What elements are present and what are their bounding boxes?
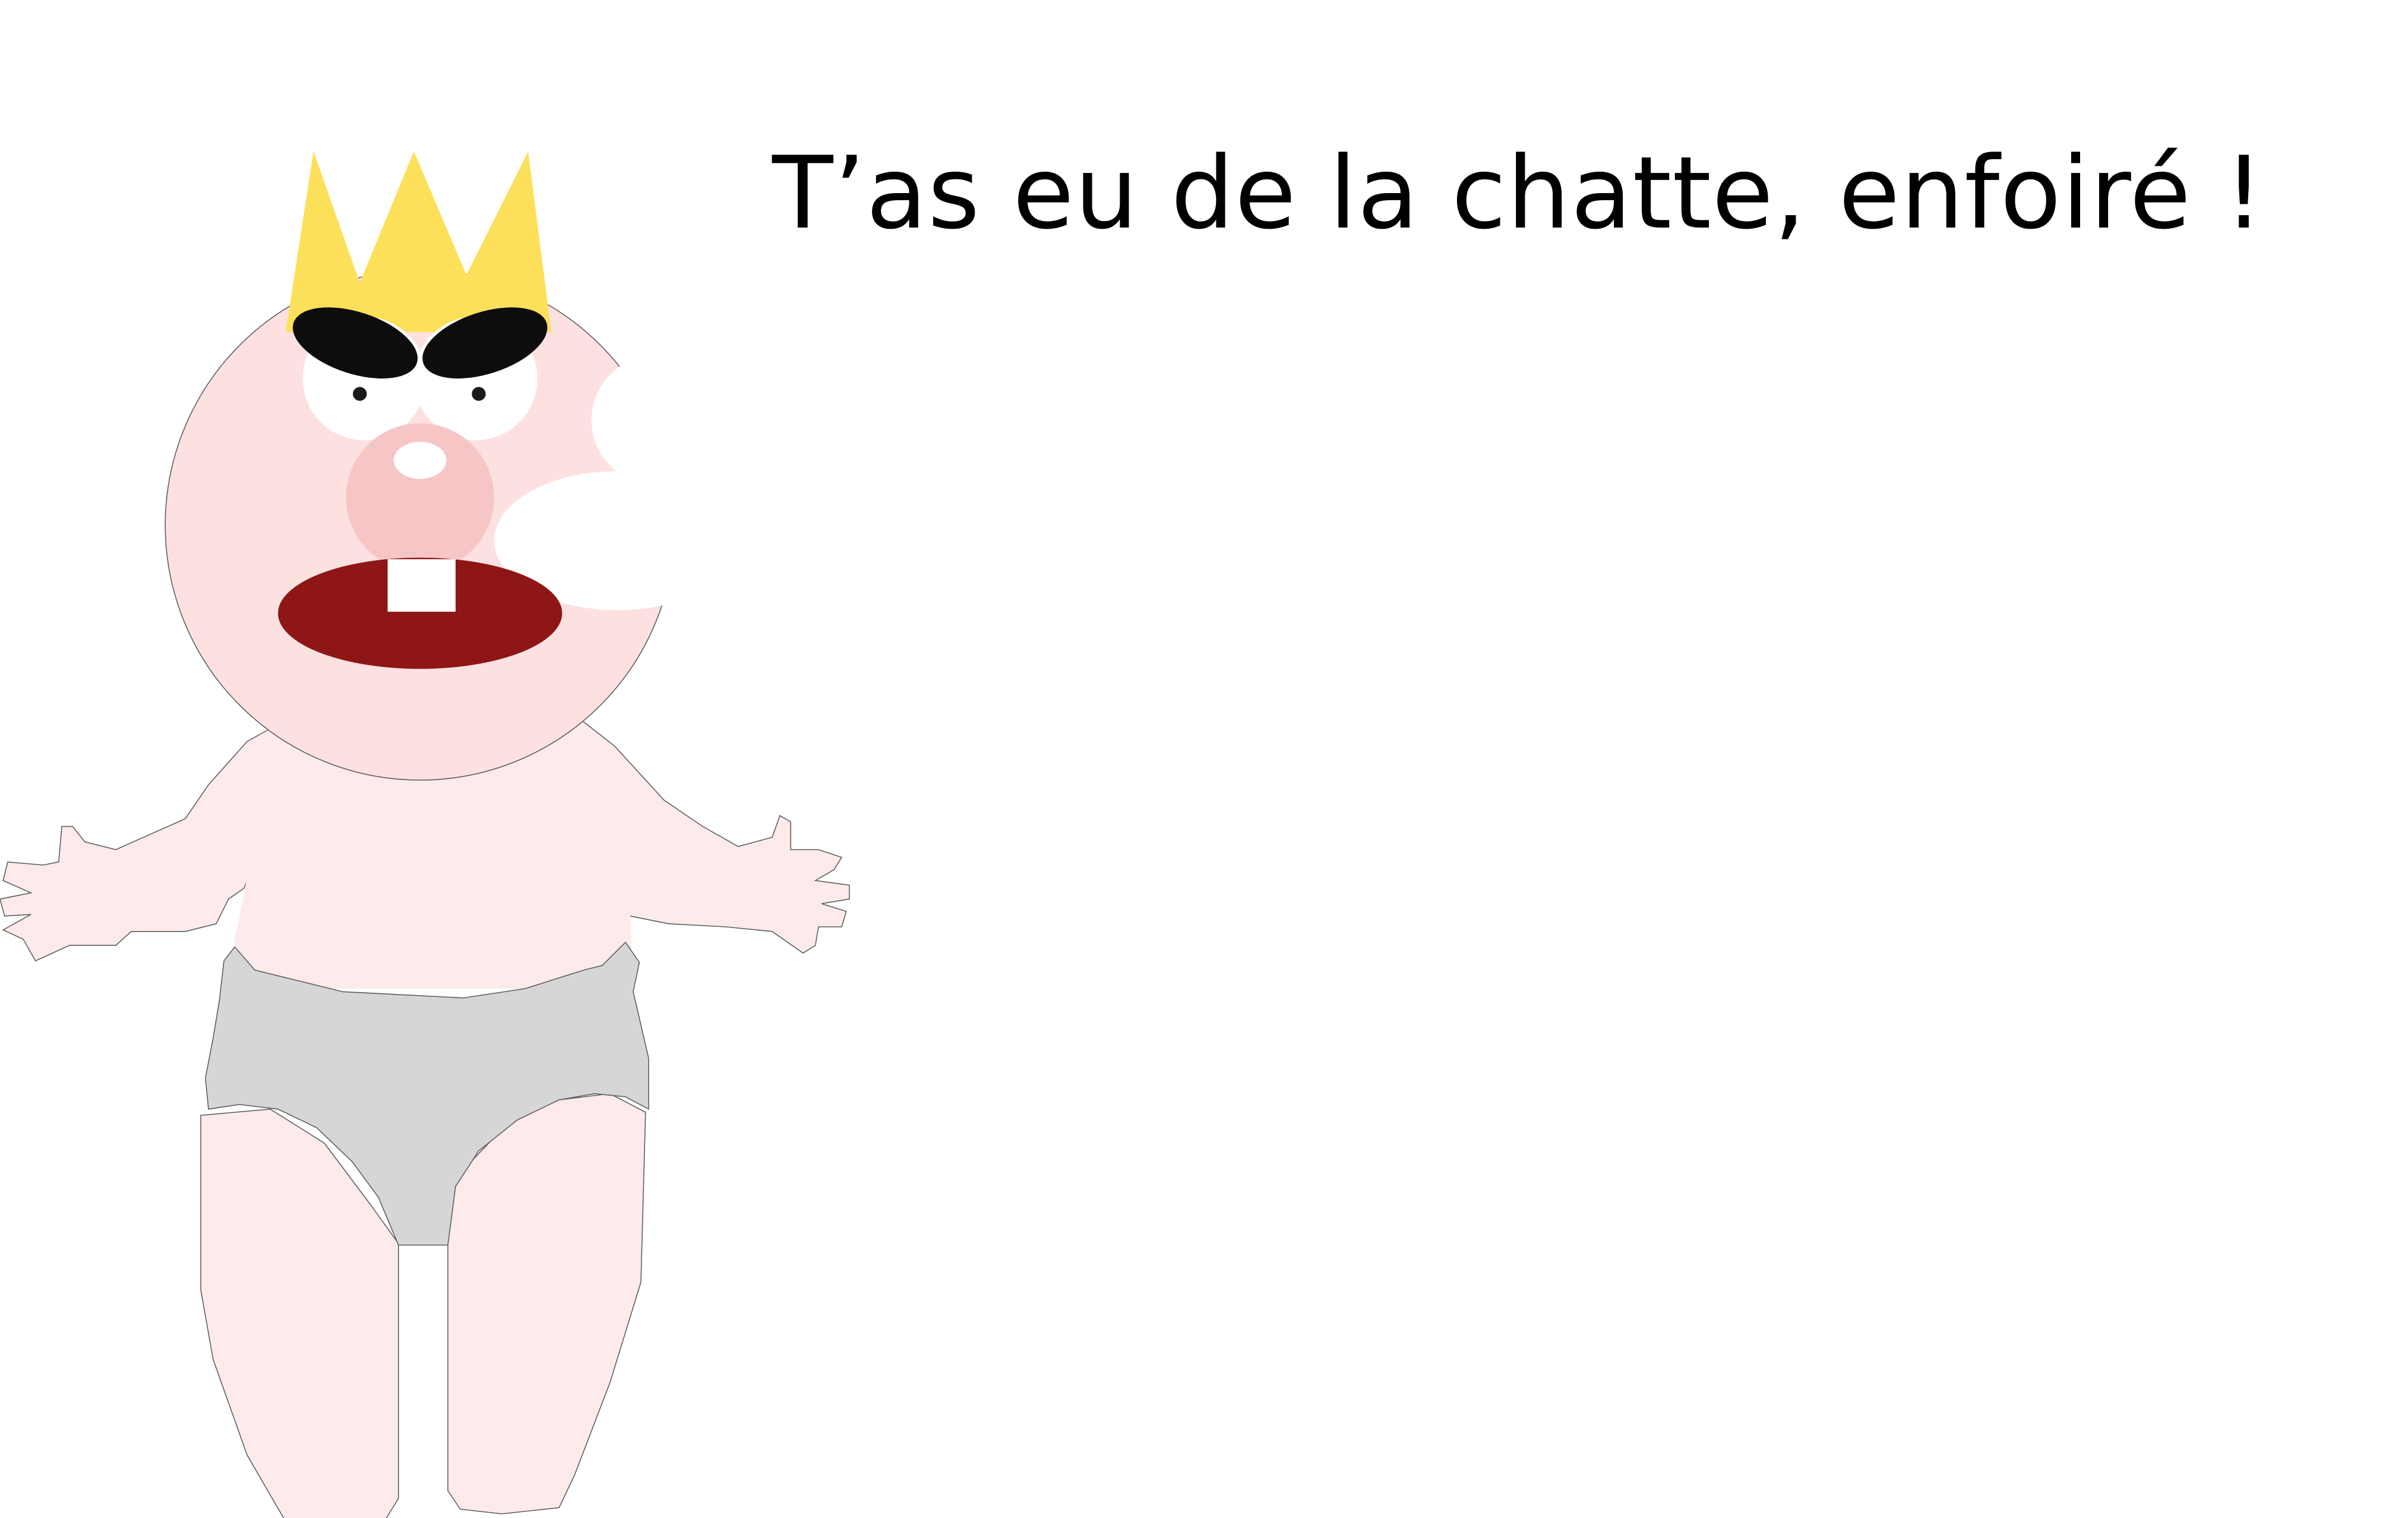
mouth bbox=[277, 557, 563, 669]
crowned-baby-illustration bbox=[0, 151, 850, 1518]
right-leg bbox=[447, 1093, 646, 1514]
nose bbox=[346, 423, 494, 572]
caption-text: T’as eu de la chatte, enfoiré ! bbox=[772, 135, 2265, 251]
crown-icon bbox=[285, 151, 552, 332]
